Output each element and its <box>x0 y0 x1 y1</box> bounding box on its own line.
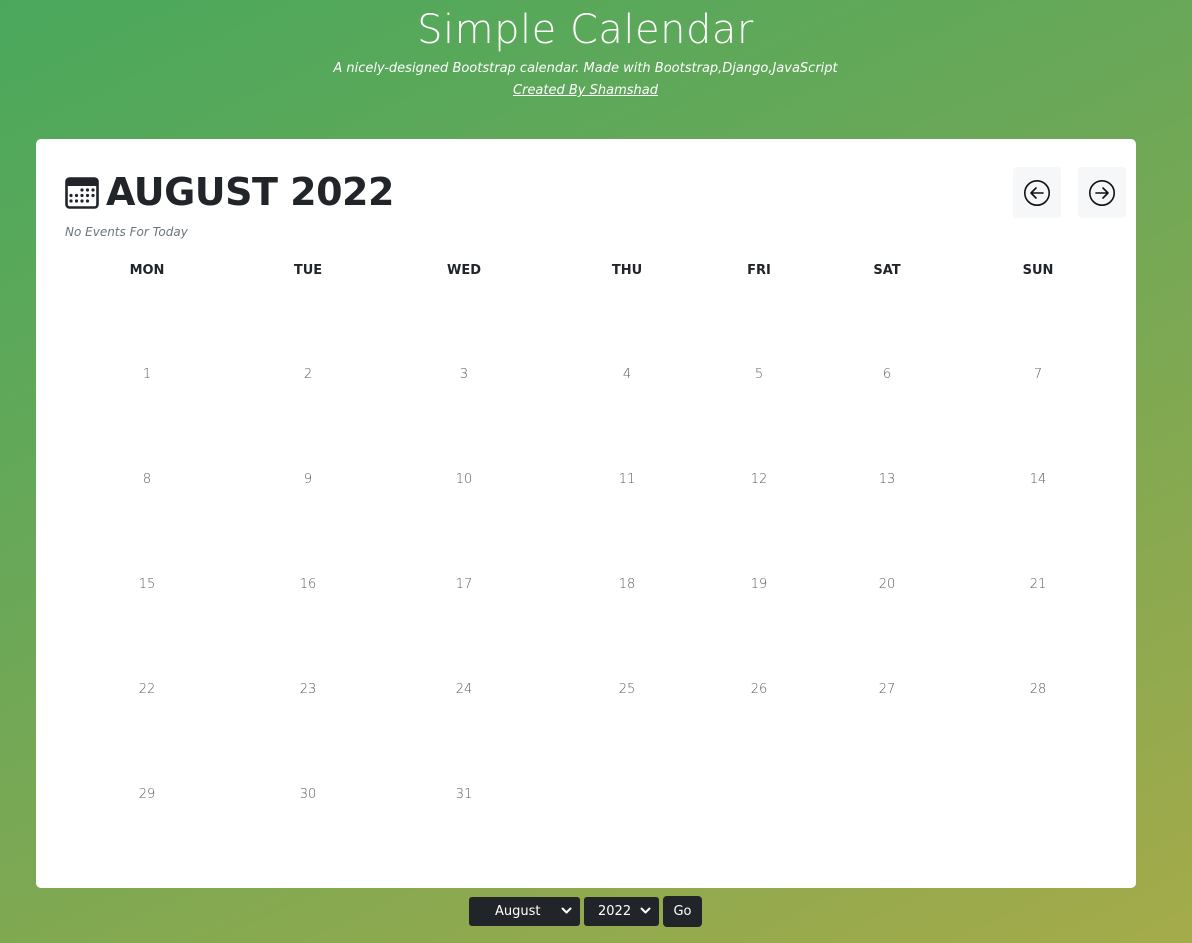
arrow-right-circle-icon <box>1089 179 1115 206</box>
day-cell[interactable]: 23 <box>300 682 317 697</box>
day-cell[interactable]: 6 <box>883 367 891 382</box>
weekday-label: MON <box>129 263 165 278</box>
day-cell[interactable]: 25 <box>619 682 636 697</box>
site-subtitle: A nicely-designed Bootstrap calendar. Ma… <box>333 61 838 76</box>
day-cell[interactable]: 13 <box>879 472 896 487</box>
calendar-icon <box>65 177 99 209</box>
day-cell[interactable]: 22 <box>139 682 156 697</box>
day-cell[interactable]: 18 <box>619 577 636 592</box>
year-select[interactable]: 2022 <box>584 897 659 926</box>
weekday-label: WED <box>446 263 482 278</box>
day-cell[interactable]: 17 <box>456 577 473 592</box>
day-cell[interactable]: 5 <box>755 367 763 382</box>
chevron-down-icon <box>640 907 651 914</box>
day-cell[interactable]: 7 <box>1034 367 1042 382</box>
chevron-down-icon <box>561 907 572 914</box>
day-cell[interactable]: 10 <box>456 472 473 487</box>
day-cell[interactable]: 2 <box>304 367 312 382</box>
prev-month-button[interactable] <box>1013 167 1061 218</box>
day-cell[interactable]: 28 <box>1030 682 1047 697</box>
go-button[interactable]: Go <box>663 896 702 927</box>
month-title: AUGUST 2022 <box>106 170 394 214</box>
weekday-label: SUN <box>1022 263 1054 278</box>
day-cell[interactable]: 19 <box>751 577 768 592</box>
weekday-label: SAT <box>873 263 901 278</box>
year-select-value: 2022 <box>598 904 632 919</box>
day-cell[interactable]: 15 <box>139 577 156 592</box>
month-select[interactable]: August <box>469 897 580 926</box>
month-heading: AUGUST 2022 <box>65 169 394 215</box>
calendar-card: AUGUST 2022 No Events For Today MON TUE WE… <box>36 139 1136 888</box>
weekday-label: FRI <box>747 263 771 278</box>
day-cell[interactable]: 30 <box>300 787 317 802</box>
next-month-button[interactable] <box>1078 167 1126 218</box>
day-cell[interactable]: 16 <box>300 577 317 592</box>
day-cell[interactable]: 26 <box>751 682 768 697</box>
day-cell[interactable]: 9 <box>304 472 312 487</box>
day-cell[interactable]: 12 <box>751 472 768 487</box>
arrow-left-circle-icon <box>1024 179 1050 206</box>
day-cell[interactable]: 27 <box>879 682 896 697</box>
day-cell[interactable]: 20 <box>879 577 896 592</box>
day-cell[interactable]: 11 <box>619 472 636 487</box>
month-select-value: August <box>495 904 541 919</box>
day-cell[interactable]: 31 <box>456 787 473 802</box>
day-cell[interactable]: 1 <box>143 367 151 382</box>
weekday-label: THU <box>611 263 643 278</box>
jump-controls: August 2022 Go <box>469 896 702 927</box>
credit-link[interactable]: Created By Shamshad <box>513 82 658 100</box>
day-cell[interactable]: 14 <box>1030 472 1047 487</box>
day-cell[interactable]: 29 <box>139 787 156 802</box>
page-header: Simple Calendar A nicely-designed Bootst… <box>0 0 1171 100</box>
day-cell[interactable]: 3 <box>460 367 468 382</box>
site-title: Simple Calendar <box>417 7 754 53</box>
day-cell[interactable]: 8 <box>143 472 151 487</box>
day-cell[interactable]: 4 <box>623 367 631 382</box>
weekday-label: TUE <box>293 263 323 278</box>
events-note: No Events For Today <box>65 225 188 239</box>
day-cell[interactable]: 24 <box>456 682 473 697</box>
day-cell[interactable]: 21 <box>1030 577 1047 592</box>
